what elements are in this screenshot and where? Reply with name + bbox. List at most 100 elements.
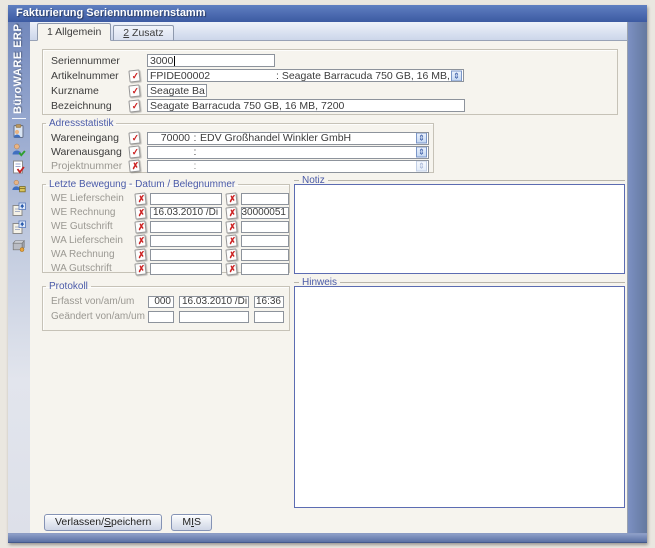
tab-allgemein[interactable]: 1 Allgemein (37, 23, 112, 41)
erfasst-time-field[interactable]: 16:36 (254, 295, 284, 308)
artikelnummer-input[interactable]: FPIDE00002 : Seagate Barracuda 750 GB, 1… (147, 69, 464, 82)
wa-gutschrift-number-field[interactable] (241, 262, 289, 275)
hinweis-textarea[interactable] (294, 286, 625, 508)
artikelnummer-description: : Seagate Barracuda 750 GB, 16 MB, 7200 (276, 69, 449, 82)
wa-rechnung-date-field[interactable] (150, 248, 222, 261)
field-label-kurzname: Kurzname (51, 84, 99, 97)
text-caret (174, 55, 176, 66)
geaendert-date-field[interactable] (179, 310, 249, 323)
field-label-wareneingang: Wareneingang (51, 132, 119, 144)
clipboard-user-icon[interactable] (11, 124, 26, 139)
spinner-button[interactable] (416, 146, 427, 158)
brand-vertical-text: BüroWARE ERP (12, 23, 24, 114)
we-rechnung-date-field[interactable]: 16.03.2010 /Di (150, 206, 222, 219)
sidebar-toolbar (11, 124, 27, 253)
wa-lieferschein-date-field[interactable] (150, 234, 222, 247)
field-label: WE Gutschrift (51, 221, 113, 232)
doc-check-icon[interactable] (128, 98, 141, 113)
projektnummer-field: : (147, 159, 429, 173)
kurzname-input[interactable]: Seagate Ba (147, 84, 207, 97)
spinner-button (416, 160, 427, 172)
spinner-button[interactable] (416, 132, 427, 144)
doc-cross-icon[interactable] (225, 261, 238, 276)
doc-cross-icon[interactable] (225, 247, 238, 262)
field-label-erfasst: Erfasst von/am/um (51, 296, 135, 307)
we-rechnung-number-field[interactable]: 30000051 (241, 206, 289, 219)
button-row: Verlassen/Speichern MIS (44, 514, 213, 531)
desktop-background: Fakturierung Seriennummernstamm BüroWARE… (0, 0, 655, 548)
verlassen-speichern-button[interactable]: Verlassen/Speichern (44, 514, 163, 531)
erfasst-date-field[interactable]: 16.03.2010 /Di (179, 295, 249, 308)
doc-cross-icon[interactable] (134, 191, 147, 206)
field-label: WE Rechnung (51, 207, 116, 218)
field-label: WA Gutschrift (51, 263, 112, 274)
we-lieferschein-number-field[interactable] (241, 192, 289, 205)
artikelnummer-code: FPIDE00002 (150, 69, 211, 82)
spinner-button[interactable] (451, 70, 462, 81)
group-title-notiz: Notiz (302, 175, 325, 186)
doc-check-icon[interactable] (128, 83, 141, 98)
doc-cross-icon[interactable] (134, 247, 147, 262)
warenausgang-field[interactable]: : (147, 145, 429, 159)
we-gutschrift-date-field[interactable] (150, 220, 222, 233)
bezeichnung-input[interactable]: Seagate Barracuda 750 GB, 16 MB, 7200 (147, 99, 465, 112)
doc-check-icon[interactable] (128, 68, 141, 83)
doc-check-icon[interactable] (128, 131, 141, 145)
geaendert-user-field[interactable] (148, 310, 174, 323)
archive-box-icon[interactable] (11, 238, 26, 253)
wa-rechnung-number-field[interactable] (241, 248, 289, 261)
doc-check-icon[interactable] (128, 145, 141, 159)
notiz-group: Notiz (294, 175, 625, 274)
user-package-icon[interactable] (11, 178, 26, 193)
field-label: WA Lieferschein (51, 235, 123, 246)
window-border-bottom (8, 533, 647, 543)
seriennummer-input[interactable]: 3000 (147, 54, 275, 67)
mis-button[interactable]: MIS (171, 514, 213, 531)
field-label-projektnummer: Projektnummer (51, 160, 123, 172)
field-label-seriennummer: Seriennummer (51, 54, 120, 67)
geaendert-time-field[interactable] (254, 310, 284, 323)
field-label: WA Rechnung (51, 249, 115, 260)
user-check-icon[interactable] (11, 142, 26, 157)
doc-cross-icon[interactable] (225, 191, 238, 206)
doc-export-icon[interactable] (11, 202, 26, 217)
brand-underline (12, 118, 26, 119)
wa-lieferschein-number-field[interactable] (241, 234, 289, 247)
group-title-hinweis: Hinweis (302, 277, 338, 288)
group-title-adressstatistik: Adressstatistik (49, 118, 114, 129)
app-window: Fakturierung Seriennummernstamm BüroWARE… (8, 5, 647, 543)
erfasst-user-field[interactable]: 000 (148, 295, 174, 308)
field-label-geaendert: Geändert von/am/um (51, 311, 145, 322)
hinweis-group: Hinweis (294, 277, 625, 508)
doc-cross-icon[interactable] (225, 233, 238, 248)
field-label: WE Lieferschein (51, 193, 124, 204)
group-title-protokoll: Protokoll (49, 281, 88, 292)
field-label-bezeichnung: Bezeichnung (51, 99, 112, 112)
protokoll-group: Protokoll Erfasst von/am/um 000 16.03.20… (42, 281, 290, 331)
we-gutschrift-number-field[interactable] (241, 220, 289, 233)
doc-cross-icon[interactable] (134, 219, 147, 234)
tab-zusatz[interactable]: 2 Zusatz (113, 25, 174, 41)
doc-cross-icon[interactable] (225, 219, 238, 234)
notiz-textarea[interactable] (294, 184, 625, 274)
wa-gutschrift-date-field[interactable] (150, 262, 222, 275)
window-titlebar: Fakturierung Seriennummernstamm (8, 5, 647, 22)
field-label-artikelnummer: Artikelnummer (51, 69, 119, 82)
doc-cross-icon[interactable] (134, 233, 147, 248)
wareneingang-field[interactable]: 70000 : EDV Großhandel Winkler GmbH (147, 131, 429, 145)
adressstatistik-group: Adressstatistik Wareneingang 70000 : EDV… (42, 118, 434, 173)
doc-cross-icon[interactable] (225, 205, 238, 220)
sidebar: BüroWARE ERP (8, 22, 30, 533)
tab-bar: 1 Allgemein 2 Zusatz (30, 22, 627, 41)
field-label-warenausgang: Warenausgang (51, 146, 122, 158)
letzte-bewegung-group: Letzte Bewegung - Datum / Belegnummer WE… (42, 179, 290, 276)
form-panel: Seriennummer 3000 Artikelnummer FPIDE000… (30, 41, 627, 533)
doc-cross-icon[interactable] (134, 261, 147, 276)
group-title-letzte-bewegung: Letzte Bewegung - Datum / Belegnummer (49, 179, 236, 190)
doc-export-icon[interactable] (11, 220, 26, 235)
window-border-right (627, 22, 647, 533)
doc-cross-icon[interactable] (134, 205, 147, 220)
doc-cross-icon[interactable] (128, 159, 141, 173)
we-lieferschein-date-field[interactable] (150, 192, 222, 205)
doc-check-icon[interactable] (11, 160, 26, 175)
